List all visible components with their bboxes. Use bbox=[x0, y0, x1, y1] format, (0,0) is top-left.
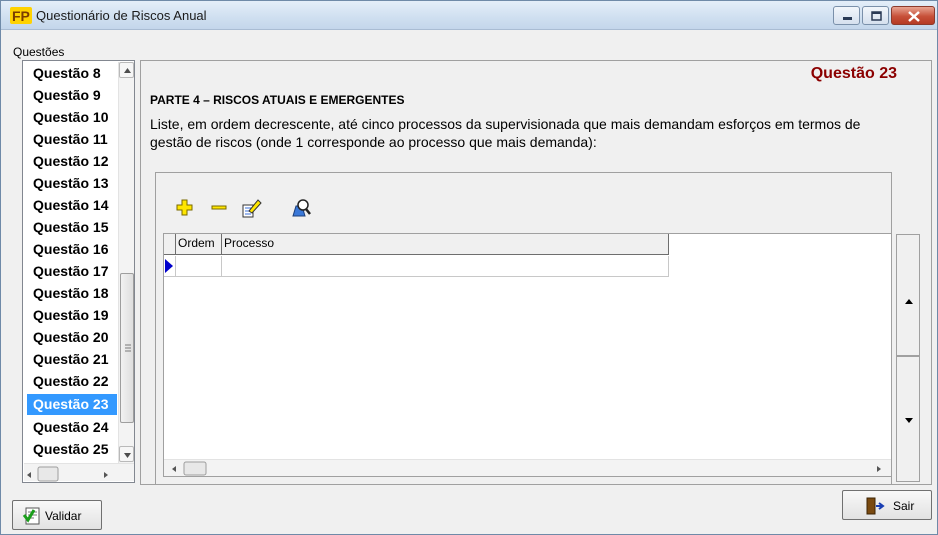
list-item[interactable]: Questão 22 bbox=[27, 371, 117, 392]
window-title: Questionário de Riscos Anual bbox=[36, 8, 207, 23]
edit-icon[interactable] bbox=[240, 197, 262, 219]
list-item[interactable]: Questão 14 bbox=[27, 195, 117, 216]
grip-icon bbox=[125, 344, 131, 352]
list-item[interactable]: Questão 20 bbox=[27, 327, 117, 348]
remove-icon[interactable] bbox=[208, 197, 230, 219]
list-item[interactable]: Questão 15 bbox=[27, 217, 117, 238]
part-title: PARTE 4 – RISCOS ATUAIS E EMERGENTES bbox=[150, 93, 405, 107]
grid-horizontal-scrollbar[interactable] bbox=[164, 459, 891, 476]
maximize-icon bbox=[871, 11, 882, 21]
move-up-button[interactable] bbox=[896, 234, 920, 356]
list-item[interactable]: Questão 12 bbox=[27, 151, 117, 172]
list-item[interactable]: Questão 18 bbox=[27, 283, 117, 304]
grid-header: Ordem Processo bbox=[164, 234, 669, 255]
cell-processo[interactable] bbox=[222, 256, 669, 277]
move-down-button[interactable] bbox=[896, 356, 920, 482]
question-number: Questão 23 bbox=[810, 65, 897, 82]
close-icon bbox=[908, 11, 920, 22]
validate-label: Validar bbox=[45, 509, 82, 523]
current-row-arrow-icon bbox=[165, 259, 173, 273]
list-item[interactable]: Questão 9 bbox=[27, 85, 117, 106]
scroll-down-icon bbox=[124, 453, 131, 458]
close-button[interactable] bbox=[891, 6, 935, 25]
horizontal-scrollbar[interactable] bbox=[24, 463, 134, 482]
exit-button[interactable]: Sair bbox=[842, 490, 932, 520]
list-item[interactable]: Questão 24 bbox=[27, 417, 117, 438]
column-header-processo[interactable]: Processo bbox=[222, 234, 669, 255]
minimize-button[interactable] bbox=[833, 6, 860, 25]
list-item[interactable]: Questão 25 bbox=[27, 439, 117, 460]
table-row[interactable] bbox=[164, 256, 669, 277]
app-logo-icon: FP bbox=[10, 7, 32, 24]
list-item[interactable]: Questão 21 bbox=[27, 349, 117, 370]
search-icon[interactable] bbox=[290, 197, 312, 219]
vertical-scrollbar[interactable] bbox=[118, 62, 134, 463]
list-item-selected[interactable]: Questão 23 bbox=[27, 394, 117, 415]
validate-button[interactable]: Validar bbox=[12, 500, 102, 530]
list-item[interactable]: Questão 13 bbox=[27, 173, 117, 194]
exit-label: Sair bbox=[893, 499, 915, 513]
list-item[interactable]: Questão 8 bbox=[27, 63, 117, 84]
list-item[interactable]: Questão 16 bbox=[27, 239, 117, 260]
svg-text:FP: FP bbox=[12, 8, 30, 24]
list-item[interactable]: Questão 19 bbox=[27, 305, 117, 326]
scroll-thumb[interactable] bbox=[120, 273, 134, 423]
questions-label: Questões bbox=[13, 45, 65, 59]
maximize-button[interactable] bbox=[862, 6, 889, 25]
minimize-icon bbox=[843, 17, 852, 20]
scroll-up-button[interactable] bbox=[119, 62, 134, 78]
add-icon[interactable] bbox=[174, 197, 196, 219]
questions-list[interactable]: Questão 8 Questão 9 Questão 10 Questão 1… bbox=[22, 60, 135, 483]
list-item[interactable]: Questão 10 bbox=[27, 107, 117, 128]
scroll-up-icon bbox=[124, 68, 131, 73]
grid-scroll-icons bbox=[172, 461, 881, 476]
scroll-down-button[interactable] bbox=[119, 446, 134, 462]
checklist-icon bbox=[22, 507, 40, 525]
title-bar[interactable]: FP Questionário de Riscos Anual bbox=[1, 1, 937, 30]
column-header-ordem[interactable]: Ordem bbox=[176, 234, 222, 255]
list-item[interactable]: Questão 17 bbox=[27, 261, 117, 282]
triangle-up-icon bbox=[905, 299, 913, 304]
horizontal-scroll-icons bbox=[27, 466, 108, 482]
question-text: Liste, em ordem decrescente, até cinco p… bbox=[150, 116, 861, 150]
row-indicator-header bbox=[164, 234, 176, 255]
list-item[interactable]: Questão 11 bbox=[27, 129, 117, 150]
exit-door-icon bbox=[866, 497, 885, 515]
cell-ordem[interactable] bbox=[176, 256, 222, 277]
triangle-down-icon bbox=[905, 418, 913, 423]
